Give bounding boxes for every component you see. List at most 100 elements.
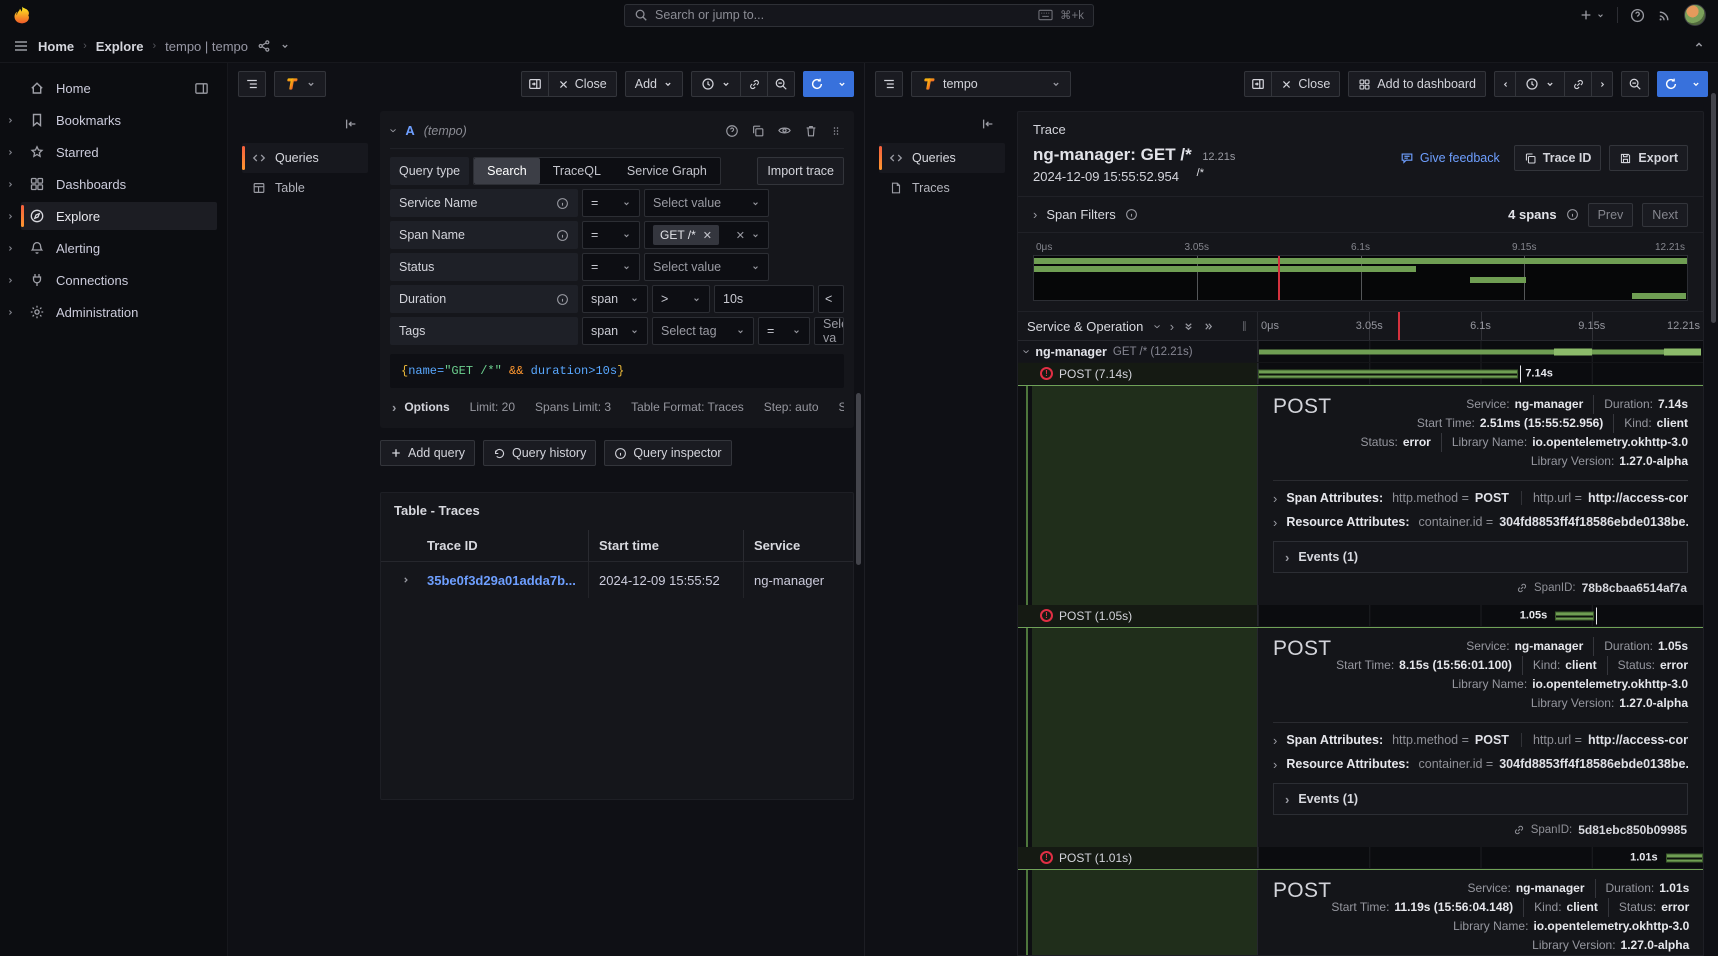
left-pane-scrollbar[interactable]	[856, 393, 861, 565]
help-icon[interactable]	[1630, 8, 1645, 23]
span-row-post-1[interactable]: ! POST (7.14s) 7.14s	[1018, 363, 1703, 385]
collapse-children-icon[interactable]: ›	[1021, 349, 1034, 353]
sidebar-item-dashboards[interactable]: Dashboards	[21, 170, 217, 198]
collapse-rail-icon-right[interactable]	[879, 111, 1005, 143]
import-trace-button[interactable]: Import trace	[757, 157, 844, 185]
span-row-post-3[interactable]: ! POST (1.01s) 1.01s	[1018, 847, 1703, 869]
share-options-chevron-icon[interactable]	[280, 41, 290, 51]
zoom-out-icon-right[interactable]	[1621, 71, 1649, 97]
run-query-button-left[interactable]	[803, 71, 831, 97]
duplicate-query-icon[interactable]	[751, 124, 765, 138]
rail-item-table-left[interactable]: Table	[242, 173, 368, 203]
query-history-button[interactable]: Query history	[483, 440, 596, 466]
span-bar[interactable]: 1.05s	[1555, 611, 1593, 620]
run-query-button-right[interactable]	[1657, 71, 1685, 97]
remove-chip-icon[interactable]: ✕	[703, 229, 712, 242]
copy-link-icon-right[interactable]	[1564, 71, 1592, 97]
disable-query-icon[interactable]	[777, 123, 792, 138]
run-query-interval-chevron[interactable]	[830, 71, 854, 97]
time-shift-back-icon[interactable]	[1494, 71, 1516, 97]
column-trace-id[interactable]: Trace ID	[425, 538, 588, 553]
split-view-icon[interactable]	[1244, 71, 1272, 97]
rail-item-queries-right[interactable]: Queries	[879, 143, 1005, 173]
duration-operator[interactable]: >	[652, 285, 710, 313]
breadcrumb-home[interactable]: Home	[38, 39, 74, 54]
span-row-post-2[interactable]: ! POST (1.05s) 1.05s	[1018, 605, 1703, 627]
search-input[interactable]: Search or jump to... ⌘+k	[624, 4, 1094, 27]
sidebar-item-bookmarks[interactable]: Bookmarks	[21, 106, 217, 134]
close-pane-button-left[interactable]: Close	[548, 71, 617, 97]
sidebar-expand-administration-icon[interactable]	[0, 308, 21, 317]
give-feedback-link[interactable]: Give feedback	[1400, 151, 1500, 165]
status-value-select[interactable]: Select value	[644, 253, 769, 281]
sidebar-item-explore[interactable]: Explore	[21, 202, 217, 230]
events-toggle[interactable]: ›Events (1)	[1273, 541, 1688, 573]
time-range-picker-left[interactable]	[691, 71, 741, 97]
time-shift-forward-icon[interactable]	[1591, 71, 1613, 97]
expand-one-icon[interactable]: ›	[1170, 320, 1174, 333]
column-service[interactable]: Service	[743, 530, 847, 561]
add-query-button[interactable]: Add query	[380, 440, 475, 466]
query-ref-id[interactable]: A	[405, 123, 414, 138]
link-icon[interactable]	[1516, 582, 1528, 594]
link-icon[interactable]	[1513, 824, 1525, 836]
sidebar-item-administration[interactable]: Administration	[21, 298, 217, 326]
drag-handle-icon[interactable]	[830, 124, 842, 138]
span-row-root[interactable]: › ng-manager GET /* (12.21s)	[1018, 341, 1703, 363]
tags-operator[interactable]: =	[758, 317, 810, 345]
datasource-picker-left[interactable]	[274, 71, 326, 97]
sidebar-item-starred[interactable]: Starred	[21, 138, 217, 166]
minimap-canvas[interactable]	[1033, 255, 1688, 301]
query-type-traceql[interactable]: TraceQL	[540, 158, 614, 184]
zoom-out-icon-left[interactable]	[767, 71, 795, 97]
copy-link-icon-left[interactable]	[740, 71, 768, 97]
sidebar-expand-starred-icon[interactable]	[0, 148, 21, 157]
split-view-icon[interactable]	[521, 71, 549, 97]
remove-query-icon[interactable]	[804, 124, 818, 138]
collapse-rail-icon-left[interactable]	[242, 111, 368, 143]
rail-item-queries-left[interactable]: Queries	[242, 143, 368, 173]
span-bar[interactable]: 7.14s	[1258, 369, 1518, 378]
duration-max-operator[interactable]: <	[818, 285, 844, 313]
tags-scope-select[interactable]: span	[582, 317, 648, 345]
time-range-picker-right[interactable]	[1515, 71, 1565, 97]
query-help-icon[interactable]	[725, 124, 739, 138]
share-shortened-link-icon[interactable]	[257, 39, 271, 53]
prev-span-button[interactable]: Prev	[1588, 203, 1634, 227]
datasource-picker-right[interactable]: tempo	[911, 71, 1071, 97]
outline-icon[interactable]	[238, 71, 266, 97]
sidebar-expand-bookmarks-icon[interactable]	[0, 116, 21, 125]
trace-id-link[interactable]: 35be0f3d29a01adda7b...	[427, 573, 576, 588]
breadcrumb-explore[interactable]: Explore	[96, 39, 144, 54]
sidebar-item-connections[interactable]: Connections	[21, 266, 217, 294]
next-span-button[interactable]: Next	[1642, 203, 1688, 227]
duration-scope-select[interactable]: span	[582, 285, 648, 313]
root-span-bar[interactable]	[1259, 349, 1701, 354]
rail-item-traces-right[interactable]: Traces	[879, 173, 1005, 203]
user-avatar[interactable]	[1684, 4, 1706, 26]
status-operator[interactable]: =	[582, 253, 640, 281]
service-name-value-select[interactable]: Select value	[644, 189, 769, 217]
collapse-query-row-icon[interactable]: ›	[388, 128, 401, 132]
sidebar-item-home[interactable]: Home	[21, 74, 217, 102]
column-start-time[interactable]: Start time	[588, 530, 743, 561]
tags-tag-select[interactable]: Select tag	[652, 317, 754, 345]
trace-id-button[interactable]: Trace ID	[1514, 145, 1602, 171]
expand-all-icon[interactable]	[1203, 321, 1214, 332]
outline-icon[interactable]	[875, 71, 903, 97]
span-bar[interactable]: 1.01s	[1666, 853, 1703, 862]
grafana-logo[interactable]	[12, 5, 32, 25]
sidebar-expand-dashboards-icon[interactable]	[0, 180, 21, 189]
news-icon[interactable]	[1657, 8, 1672, 23]
duration-value-input[interactable]: 10s	[714, 285, 814, 313]
add-to-dashboard-button[interactable]: Add to dashboard	[1348, 71, 1486, 97]
sidebar-item-alerting[interactable]: Alerting	[21, 234, 217, 262]
clear-value-icon[interactable]: ✕	[736, 229, 745, 242]
query-inspector-button[interactable]: Query inspector	[604, 440, 731, 466]
resource-attributes-toggle[interactable]: ›Resource Attributes: container.id =304f…	[1273, 749, 1688, 773]
span-name-operator[interactable]: =	[582, 221, 640, 249]
add-dropdown-button[interactable]: Add	[625, 71, 683, 97]
close-pane-button-right[interactable]: Close	[1271, 71, 1340, 97]
collapse-one-icon[interactable]: ›	[1152, 324, 1165, 328]
span-attributes-toggle[interactable]: ›Span Attributes: http.method =POST http…	[1273, 483, 1688, 507]
